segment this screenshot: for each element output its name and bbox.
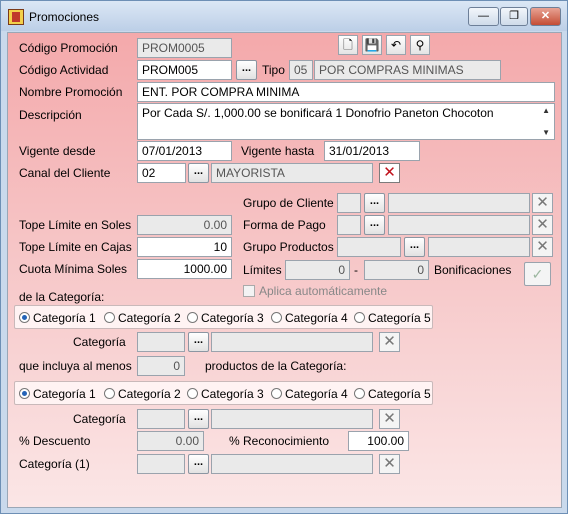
codigo-actividad-lookup-button[interactable]: ... <box>236 60 257 80</box>
radio-a-categoria-3[interactable]: Categoría 3 <box>187 311 264 325</box>
codigo-actividad-field[interactable]: PROM005 <box>137 60 232 80</box>
categoria-1-clear-button[interactable]: ✕ <box>379 454 400 474</box>
categoria-1-value-field[interactable] <box>211 454 373 474</box>
forma-pago-label: Forma de Pago <box>243 218 326 232</box>
forma-pago-lookup-button[interactable]: ... <box>364 215 385 235</box>
limites-separator: - <box>354 263 358 277</box>
grupo-cliente-label: Grupo de Cliente <box>243 196 334 210</box>
canal-cliente-clear-button[interactable]: ✕ <box>379 163 400 183</box>
categoria-1-lookup-button[interactable]: ... <box>188 454 209 474</box>
vigente-desde-label: Vigente desde <box>19 144 96 158</box>
tipo-label: Tipo <box>262 63 285 77</box>
reconocimiento-label: % Reconocimiento <box>229 434 330 448</box>
radio-a-categoria-1[interactable]: Categoría 1 <box>19 311 96 325</box>
tope-soles-field[interactable]: 0.00 <box>137 215 232 235</box>
save-icon[interactable]: 💾 <box>362 35 382 55</box>
categoria-a-clear-button[interactable]: ✕ <box>379 332 400 352</box>
codigo-actividad-label: Código Actividad <box>19 63 109 77</box>
limites-from-field[interactable]: 0 <box>285 260 350 280</box>
window-title: Promociones <box>29 10 100 24</box>
radio-b-categoria-1[interactable]: Categoría 1 <box>19 387 96 401</box>
categoria-b-clear-button[interactable]: ✕ <box>379 409 400 429</box>
categoria-b-code-field[interactable] <box>137 409 185 429</box>
categoria-b-value-field[interactable] <box>211 409 373 429</box>
aplica-label: Aplica automáticamente <box>259 284 388 298</box>
tope-soles-label: Tope Límite en Soles <box>19 218 132 232</box>
grupo-cliente-lookup-button[interactable]: ... <box>364 193 385 213</box>
radio-a-categoria-2[interactable]: Categoría 2 <box>104 311 181 325</box>
descripcion-label: Descripción <box>19 108 82 122</box>
productos-categoria-label: productos de la Categoría: <box>205 359 347 373</box>
categoria-a-code-field[interactable] <box>137 332 185 352</box>
tipo-value-field[interactable]: POR COMPRAS MINIMAS <box>314 60 501 80</box>
que-incluya-field[interactable]: 0 <box>137 356 185 376</box>
grupo-cliente-value-field[interactable] <box>388 193 530 213</box>
descuento-label: % Descuento <box>19 434 91 448</box>
forma-pago-clear-button[interactable]: ✕ <box>532 215 553 235</box>
search-icon[interactable]: ⚲ <box>410 35 430 55</box>
grupo-productos-clear-button[interactable]: ✕ <box>532 237 553 257</box>
tope-cajas-field[interactable]: 10 <box>137 237 232 257</box>
tipo-code-field[interactable]: 05 <box>289 60 313 80</box>
categoria-radio-group-a: Categoría 1 Categoría 2 Categoría 3 Cate… <box>14 305 433 329</box>
nombre-promocion-label: Nombre Promoción <box>19 85 123 99</box>
canal-cliente-code-field[interactable]: 02 <box>137 163 186 183</box>
descripcion-field[interactable]: Por Cada S/. 1,000.00 se bonificará 1 Do… <box>137 103 555 140</box>
grupo-productos-code-field[interactable] <box>337 237 401 257</box>
codigo-promocion-field[interactable]: PROM0005 <box>137 38 232 58</box>
categoria-b-label: Categoría <box>73 412 126 426</box>
descuento-field[interactable]: 0.00 <box>137 431 204 451</box>
categoria-a-lookup-button[interactable]: ... <box>188 332 209 352</box>
cuota-minima-field[interactable]: 1000.00 <box>137 259 232 279</box>
radio-b-categoria-2[interactable]: Categoría 2 <box>104 387 181 401</box>
scroll-up-icon[interactable]: ▲ <box>542 106 550 115</box>
bonificaciones-check-icon[interactable]: ✓ <box>524 262 551 286</box>
categoria-b-lookup-button[interactable]: ... <box>188 409 209 429</box>
grupo-cliente-code-field[interactable] <box>337 193 361 213</box>
que-incluya-label: que incluya al menos <box>19 359 132 373</box>
radio-a-categoria-4[interactable]: Categoría 4 <box>271 311 348 325</box>
radio-b-categoria-3[interactable]: Categoría 3 <box>187 387 264 401</box>
codigo-promocion-label: Código Promoción <box>19 41 118 55</box>
forma-pago-value-field[interactable] <box>388 215 530 235</box>
undo-icon[interactable]: ↶ <box>386 35 406 55</box>
nombre-promocion-field[interactable]: ENT. POR COMPRA MINIMA <box>137 82 555 102</box>
aplica-checkbox[interactable] <box>243 285 255 297</box>
grupo-productos-label: Grupo Productos <box>243 240 334 254</box>
grupo-productos-lookup-button[interactable]: ... <box>404 237 425 257</box>
vigente-hasta-label: Vigente hasta <box>241 144 315 158</box>
minimize-button[interactable]: — <box>468 7 499 26</box>
cuota-minima-label: Cuota Mínima Soles <box>19 262 128 276</box>
close-button[interactable]: ✕ <box>530 7 561 26</box>
app-icon <box>8 9 24 25</box>
canal-cliente-label: Canal del Cliente <box>19 166 111 180</box>
maximize-button[interactable]: ❐ <box>500 7 528 26</box>
bonificaciones-label: Bonificaciones <box>434 263 512 277</box>
reconocimiento-field[interactable]: 100.00 <box>348 431 409 451</box>
new-icon[interactable]: 🗋 <box>338 35 358 55</box>
tope-cajas-label: Tope Límite en Cajas <box>19 240 132 254</box>
grupo-productos-value-field[interactable] <box>428 237 530 257</box>
categoria-a-label: Categoría <box>73 335 126 349</box>
vigente-hasta-field[interactable]: 31/01/2013 <box>324 141 420 161</box>
limites-label: Límites <box>243 263 282 277</box>
canal-cliente-lookup-button[interactable]: ... <box>188 163 209 183</box>
vigente-desde-field[interactable]: 07/01/2013 <box>137 141 232 161</box>
grupo-cliente-clear-button[interactable]: ✕ <box>532 193 553 213</box>
categoria-a-value-field[interactable] <box>211 332 373 352</box>
limites-to-field[interactable]: 0 <box>364 260 429 280</box>
radio-b-categoria-4[interactable]: Categoría 4 <box>271 387 348 401</box>
form-area: 🗋 💾 ↶ ⚲ Código Promoción PROM0005 Código… <box>7 32 562 508</box>
radio-a-categoria-5[interactable]: Categoría 5 <box>354 311 431 325</box>
canal-cliente-value-field[interactable]: MAYORISTA <box>211 163 373 183</box>
categoria-radio-group-b: Categoría 1 Categoría 2 Categoría 3 Cate… <box>14 381 433 405</box>
de-la-categoria-label: de la Categoría: <box>19 290 105 304</box>
scroll-down-icon[interactable]: ▼ <box>542 128 550 137</box>
radio-b-categoria-5[interactable]: Categoría 5 <box>354 387 431 401</box>
categoria-1-label: Categoría (1) <box>19 457 90 471</box>
promociones-window: Promociones — ❐ ✕ 🗋 💾 ↶ ⚲ Código Promoci… <box>0 0 568 514</box>
forma-pago-code-field[interactable] <box>337 215 361 235</box>
title-bar: Promociones — ❐ ✕ <box>1 1 567 31</box>
categoria-1-code-field[interactable] <box>137 454 185 474</box>
